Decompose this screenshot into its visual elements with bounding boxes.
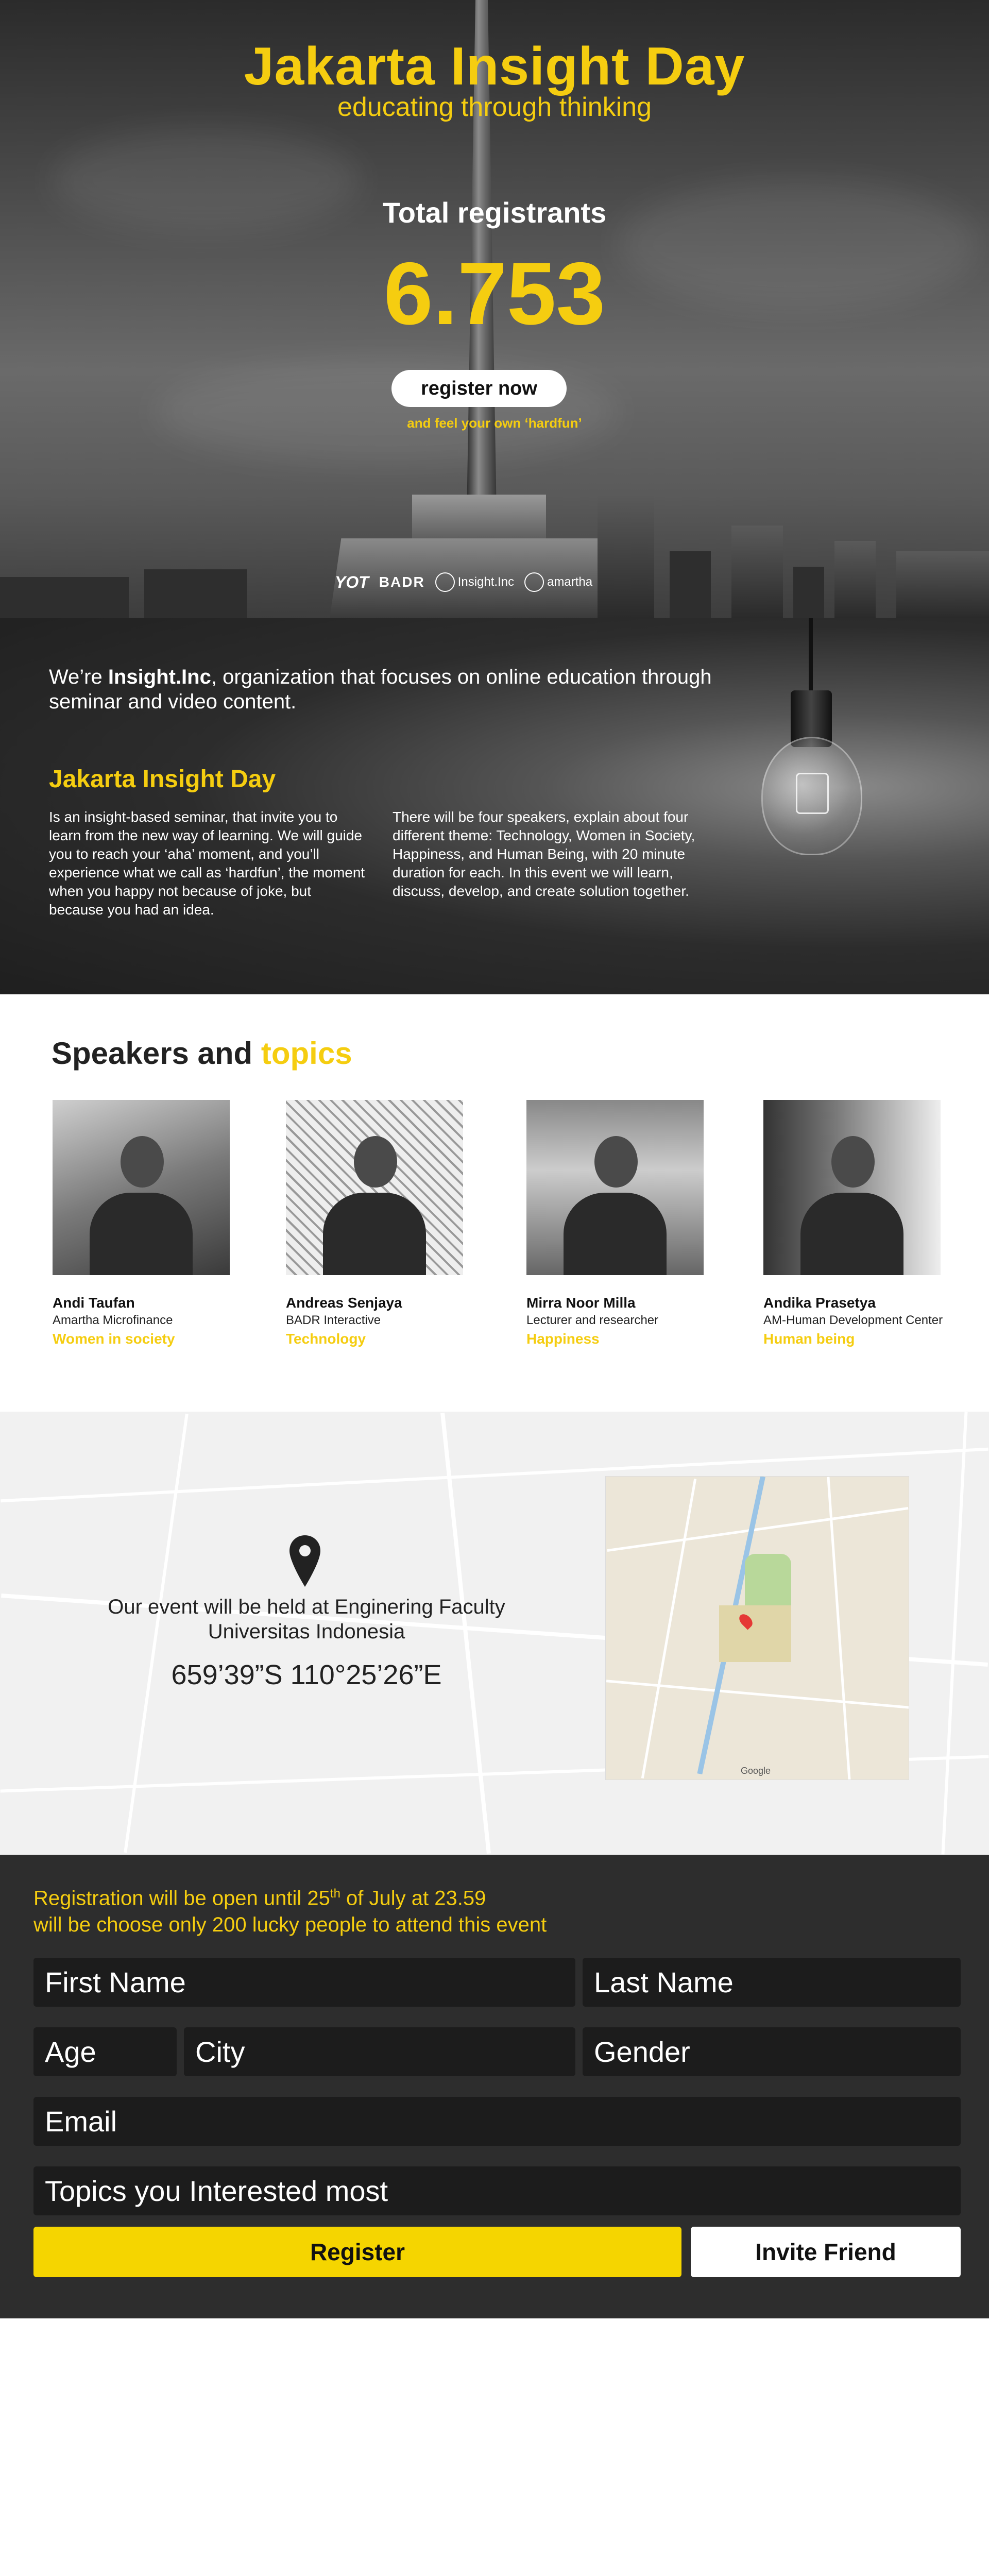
speaker-card: Mirra Noor Milla Lecturer and researcher…: [526, 1100, 743, 1347]
registration-info: Registration will be open until 25th of …: [33, 1880, 547, 1938]
speaker-topic: Technology: [286, 1331, 366, 1347]
hero-section: Jakarta Insight Day educating through th…: [0, 0, 989, 618]
map-campus-area: [719, 1605, 791, 1662]
deadline-suffix: of July at 23.59: [340, 1887, 486, 1910]
hero-title: Jakarta Insight Day: [244, 37, 745, 96]
building: [731, 526, 783, 618]
speaker-topic: Human being: [763, 1331, 855, 1347]
speaker-organization: AM-Human Development Center: [763, 1313, 943, 1327]
amartha-logo-icon: [524, 572, 544, 592]
speaker-name: Andika Prasetya: [763, 1295, 876, 1311]
deadline-suffix-ordinal: th: [330, 1887, 340, 1901]
registrants-count: 6.753: [383, 244, 606, 343]
speaker-topic: Women in society: [53, 1331, 175, 1347]
sponsor-insight-label: Insight.Inc: [457, 575, 515, 589]
building: [670, 551, 711, 618]
intro-brand: Insight.Inc: [108, 666, 211, 688]
hero-subtitle: educating through thinking: [337, 92, 652, 122]
intro-prefix: We’re: [49, 666, 108, 688]
building: [793, 567, 824, 618]
location-coordinates: 659’39”S 110°25’26”E: [171, 1659, 442, 1690]
age-field[interactable]: Age: [33, 2027, 177, 2076]
speaker-card: Andi Taufan Amartha Microfinance Women i…: [53, 1100, 269, 1347]
register-now-button[interactable]: register now: [391, 370, 567, 407]
location-map[interactable]: Google: [605, 1476, 909, 1780]
registration-deadline: Registration will be open until 25th of …: [33, 1880, 547, 1911]
speaker-name: Andreas Senjaya: [286, 1295, 402, 1311]
speaker-photo: [526, 1100, 704, 1275]
map-road: [941, 1412, 968, 1855]
building: [896, 551, 989, 618]
registration-section: Registration will be open until 25th of …: [0, 1855, 989, 2318]
sponsor-amartha-label: amartha: [547, 575, 593, 589]
speaker-organization: Lecturer and researcher: [526, 1313, 659, 1327]
last-name-field[interactable]: Last Name: [583, 1958, 961, 2007]
about-description-right: There will be four speakers, explain abo…: [393, 809, 695, 899]
registration-capacity: will be choose only 200 lucky people to …: [33, 1913, 547, 1937]
sponsor-logo-insight: Insight.Inc: [435, 572, 514, 592]
sponsor-logo-amartha: amartha: [524, 572, 592, 592]
email-field[interactable]: Email: [33, 2097, 961, 2146]
about-title: Jakarta Insight Day: [49, 766, 276, 793]
register-button[interactable]: Register: [33, 2227, 681, 2277]
building: [144, 569, 247, 618]
location-line-1: Our event will be held at Enginering Fac…: [108, 1596, 505, 1618]
building: [834, 541, 876, 618]
city-field[interactable]: City: [184, 2027, 575, 2076]
registrants-label: Total registrants: [382, 196, 607, 229]
gender-field[interactable]: Gender: [583, 2027, 961, 2076]
lightbulb-cord: [809, 618, 813, 696]
building: [0, 577, 129, 618]
sponsor-logos: YOT BADR Insight.Inc amartha: [335, 567, 654, 598]
speaker-organization: Amartha Microfinance: [53, 1313, 173, 1327]
speakers-title-main: Speakers and: [52, 1036, 261, 1071]
building: [598, 495, 654, 618]
location-pin-icon: [289, 1535, 320, 1587]
speaker-card: Andika Prasetya AM-Human Development Cen…: [763, 1100, 980, 1347]
about-section: We’re Insight.Inc, organization that foc…: [0, 618, 989, 994]
sponsor-logo-yot: YOT: [335, 572, 369, 591]
location-line-2: Universitas Indonesia: [208, 1620, 405, 1643]
topics-field[interactable]: Topics you Interested most: [33, 2166, 961, 2215]
deadline-prefix: Registration will be open until 25: [33, 1887, 330, 1910]
lightbulb-filament: [796, 773, 829, 814]
about-description-left: Is an insight-based seminar, that invite…: [49, 809, 365, 918]
map-credit: Google: [741, 1766, 771, 1776]
speaker-photo: [53, 1100, 230, 1275]
speaker-name: Mirra Noor Milla: [526, 1295, 636, 1311]
speaker-name: Andi Taufan: [53, 1295, 135, 1311]
speaker-card: Andreas Senjaya BADR Interactive Technol…: [286, 1100, 502, 1347]
hero-tagline: and feel your own ‘hardfun’: [407, 415, 582, 431]
speakers-section: Speakers and topics Andi Taufan Amartha …: [0, 994, 989, 1412]
speaker-organization: BADR Interactive: [286, 1313, 381, 1327]
speaker-photo: [763, 1100, 941, 1275]
about-intro: We’re Insight.Inc, organization that foc…: [49, 665, 719, 714]
speaker-topic: Happiness: [526, 1331, 600, 1347]
speaker-photo: [286, 1100, 463, 1275]
sponsor-logo-badr: BADR: [379, 574, 425, 590]
first-name-field[interactable]: First Name: [33, 1958, 575, 2007]
location-section: Our event will be held at Enginering Fac…: [0, 1412, 989, 1855]
invite-friend-button[interactable]: Invite Friend: [691, 2227, 961, 2277]
location-description: Our event will be held at Enginering Fac…: [57, 1595, 556, 1644]
insight-logo-icon: [435, 572, 455, 592]
speakers-title: Speakers and topics: [52, 1036, 352, 1071]
speakers-title-highlight: topics: [261, 1036, 352, 1071]
